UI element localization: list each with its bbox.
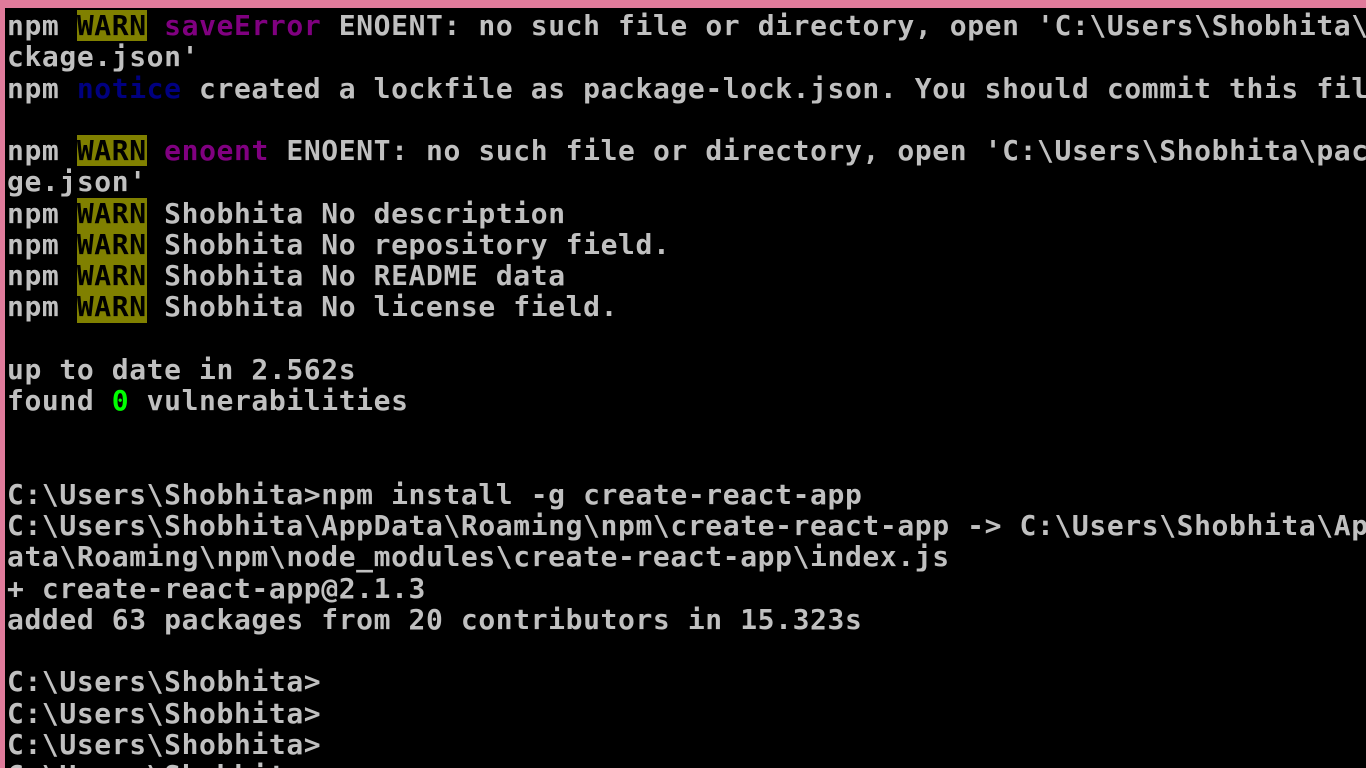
console-line: found 0 vulnerabilities	[7, 385, 1366, 416]
notice-label: notice	[76, 72, 182, 104]
console-text: C:\Users\Shobhita>	[7, 666, 322, 698]
console-text: ge.json'	[7, 166, 147, 198]
console-text: found	[7, 385, 112, 417]
warn-label: WARN	[76, 260, 147, 292]
console-text: C:\Users\Shobhita>	[7, 697, 322, 729]
vulnerability-count: 0	[111, 385, 130, 417]
warn-label: WARN	[76, 197, 147, 229]
console-text: Shobhita No README data	[146, 260, 566, 292]
console-line: C:\Users\Shobhita>	[7, 698, 1366, 729]
console-line: + create-react-app@2.1.3	[7, 573, 1366, 604]
console-line: npm notice created a lockfile as package…	[7, 73, 1366, 104]
console-line: C:\Users\Shobhita\AppData\Roaming\npm\cr…	[7, 510, 1366, 541]
console-text: + create-react-app@2.1.3	[7, 572, 426, 604]
console-text: npm	[7, 72, 77, 104]
warn-label: WARN	[76, 291, 147, 323]
console-line: added 63 packages from 20 contributors i…	[7, 604, 1366, 635]
console-text: C:\Users\Shobhita>	[7, 760, 321, 768]
console-window: npm WARN saveError ENOENT: no such file …	[0, 0, 1366, 768]
console-line: C:\Users\Shobhita>npm install -g create-…	[7, 479, 1366, 510]
console-line: C:\Users\Shobhita>	[7, 666, 1366, 697]
console-text: Shobhita No license field.	[146, 291, 619, 323]
console-text: up to date in 2.562s	[7, 353, 357, 385]
console-text: npm	[7, 260, 77, 292]
error-code-label: enoent	[164, 135, 269, 167]
console-text: C:\Users\Shobhita>npm install -g create-…	[7, 478, 863, 510]
console-text: npm	[7, 291, 77, 323]
console-output[interactable]: npm WARN saveError ENOENT: no such file …	[7, 10, 1366, 768]
console-line: ata\Roaming\npm\node_modules\create-reac…	[7, 541, 1366, 572]
console-line: C:\Users\Shobhita>	[7, 760, 1366, 768]
console-text: npm	[7, 135, 77, 167]
warn-label: WARN	[76, 10, 147, 42]
console-line: npm WARN Shobhita No description	[7, 197, 1366, 229]
console-line: npm WARN saveError ENOENT: no such file …	[7, 10, 1366, 42]
warn-label: WARN	[76, 135, 147, 167]
console-line: ckage.json'	[7, 41, 1366, 72]
console-text: npm	[7, 197, 77, 229]
console-text: ckage.json'	[7, 41, 200, 73]
console-text: Shobhita No description	[146, 197, 566, 229]
console-text: ata\Roaming\npm\node_modules\create-reac…	[7, 541, 950, 573]
console-text: ENOENT: no such file or directory, open …	[268, 135, 1366, 167]
console-line: up to date in 2.562s	[7, 354, 1366, 385]
console-text: Shobhita No repository field.	[146, 228, 671, 260]
console-text: npm	[7, 228, 77, 260]
console-line: npm WARN Shobhita No license field.	[7, 291, 1366, 323]
console-text: npm	[7, 10, 77, 42]
error-code-label: saveError	[164, 10, 322, 42]
console-line: ge.json'	[7, 166, 1366, 197]
console-text: added 63 packages from 20 contributors i…	[7, 603, 863, 635]
console-line: npm WARN enoent ENOENT: no such file or …	[7, 135, 1366, 167]
console-text: ENOENT: no such file or directory, open …	[321, 10, 1366, 42]
console-text: C:\Users\Shobhita>	[7, 728, 322, 760]
warn-label: WARN	[76, 228, 147, 260]
console-line: npm WARN Shobhita No README data	[7, 260, 1366, 292]
console-line: C:\Users\Shobhita>	[7, 729, 1366, 760]
console-text: C:\Users\Shobhita\AppData\Roaming\npm\cr…	[7, 510, 1366, 542]
console-text: created a lockfile as package-lock.json.…	[181, 72, 1366, 104]
console-text: vulnerabilities	[129, 385, 409, 417]
console-line: npm WARN Shobhita No repository field.	[7, 228, 1366, 260]
